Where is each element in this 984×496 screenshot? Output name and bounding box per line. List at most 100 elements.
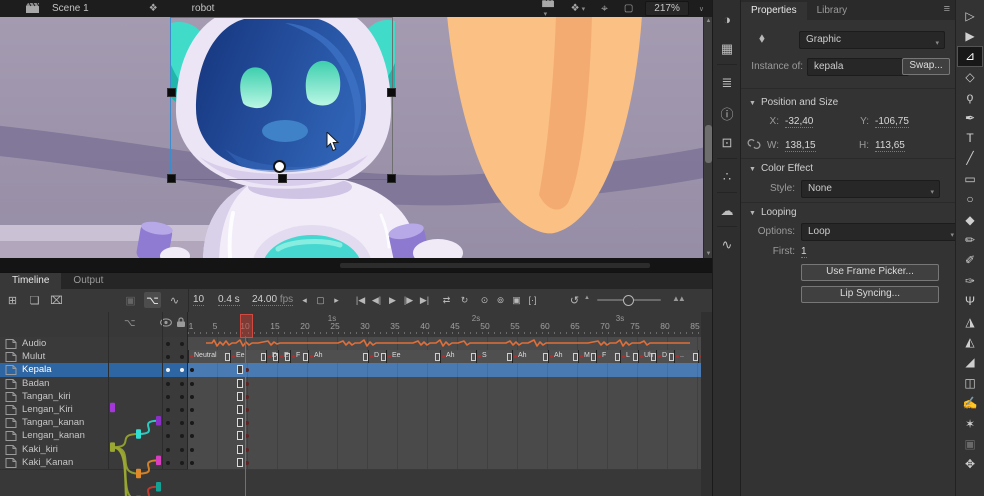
- mouth-keyframe-segment[interactable]: M: [578, 350, 597, 363]
- stage-hscroll-thumb[interactable]: [340, 263, 650, 268]
- brush-library-icon[interactable]: ∴: [716, 166, 738, 188]
- center-frame-icon[interactable]: ▢: [312, 292, 329, 308]
- layer-visibility-dot[interactable]: [166, 421, 170, 425]
- onion-skin-icon[interactable]: ⊙: [476, 292, 493, 308]
- frames-row-kepala[interactable]: [188, 363, 701, 377]
- transform-handle-bottom-right[interactable]: [387, 174, 396, 183]
- current-frame-value[interactable]: 10: [193, 294, 204, 306]
- ink-bottle-tool[interactable]: ◭: [958, 332, 982, 351]
- oval-tool[interactable]: ○: [958, 190, 982, 209]
- mouth-keyframe-segment[interactable]: Ah: [512, 350, 549, 363]
- parenting-view-icon[interactable]: ⌥: [144, 292, 161, 308]
- step-forward-icon[interactable]: ▸: [328, 292, 345, 308]
- layer-visibility-dot[interactable]: [166, 434, 170, 438]
- loop-range-icon[interactable]: ⇄: [438, 292, 455, 308]
- layer-lock-dot[interactable]: [180, 395, 184, 399]
- classic-brush-tool[interactable]: ✐: [958, 251, 982, 270]
- layer-visibility-dot[interactable]: [166, 342, 170, 346]
- stage-vertical-scrollbar[interactable]: ▲ ▼: [703, 17, 712, 258]
- h-value[interactable]: 113,65: [875, 140, 905, 152]
- graph-view-icon[interactable]: ∿: [166, 292, 183, 308]
- mouth-keyframe-segment[interactable]: Ee: [230, 350, 267, 363]
- layer-lock-dot[interactable]: [180, 342, 184, 346]
- frames-row-tangan_kiri[interactable]: [188, 390, 701, 404]
- layer-name[interactable]: Tangan_kanan: [22, 417, 84, 428]
- playhead-line[interactable]: [245, 336, 246, 496]
- timeline-zoom-in-icon[interactable]: ▲▲: [672, 294, 684, 303]
- layer-row-tangan_kanan[interactable]: Tangan_kanan: [0, 416, 188, 430]
- frames-row-kaki_kiri[interactable]: [188, 443, 701, 457]
- x-value[interactable]: -32,40: [785, 116, 813, 128]
- motion-editor-icon[interactable]: ∿: [716, 234, 738, 256]
- layer-lock-dot[interactable]: [180, 408, 184, 412]
- asset-warp-tool[interactable]: ✍: [958, 394, 982, 413]
- color-style-select[interactable]: None▾: [801, 180, 940, 198]
- color-palette-icon[interactable]: ◑: [716, 8, 738, 30]
- text-tool[interactable]: T: [958, 128, 982, 147]
- layer-lock-dot[interactable]: [180, 368, 184, 372]
- layer-name[interactable]: Badan: [22, 378, 49, 389]
- mouth-keyframe-segment[interactable]: L: [620, 350, 639, 363]
- center-stage-icon[interactable]: ⌖: [601, 1, 608, 16]
- align-icon[interactable]: ≣: [716, 72, 738, 94]
- frame-back-icon[interactable]: ◀|: [368, 292, 385, 308]
- layer-row-audio[interactable]: Audio: [0, 337, 188, 351]
- layer-name[interactable]: Lengan_Kiri: [22, 404, 73, 415]
- scroll-up-icon[interactable]: ▲: [705, 18, 712, 24]
- stage-bottom-scroll-area[interactable]: [0, 258, 712, 272]
- frames-row-audio[interactable]: [188, 337, 701, 351]
- step-back-icon[interactable]: ◂: [296, 292, 313, 308]
- zoom-level-chevron-icon[interactable]: ∨: [699, 5, 704, 13]
- info-icon[interactable]: ⓘ: [716, 102, 738, 124]
- subselection-tool[interactable]: ▶: [958, 26, 982, 45]
- scroll-down-icon[interactable]: ▼: [705, 251, 712, 257]
- mouth-keyframe-segment[interactable]: F: [290, 350, 309, 363]
- transform-handle-bottom-center[interactable]: [278, 174, 287, 183]
- transform-panel-icon[interactable]: ⊡: [716, 132, 738, 154]
- w-value[interactable]: 138,15: [785, 140, 816, 152]
- lip-syncing-button[interactable]: Lip Syncing...: [801, 286, 939, 303]
- position-size-section-header[interactable]: ▼Position and Size: [749, 97, 838, 108]
- transform-handle-bottom-left[interactable]: [167, 174, 176, 183]
- edit-multiple-frames-icon[interactable]: ▣: [508, 292, 525, 308]
- layer-visibility-dot[interactable]: [166, 395, 170, 399]
- layer-row-lengan_kiri[interactable]: Lengan_Kiri: [0, 403, 188, 417]
- symbol-type-select[interactable]: Graphic▾: [799, 31, 945, 49]
- transform-handle-left[interactable]: [167, 88, 176, 97]
- polystar-tool[interactable]: ◆: [958, 210, 982, 229]
- layer-visibility-dot[interactable]: [166, 461, 170, 465]
- frames-row-mulut[interactable]: NeutralEeDEFAhDEeAhSAhAhMFLUhD..S: [188, 350, 701, 364]
- pencil-tool[interactable]: ✏: [958, 230, 982, 249]
- layer-row-kepala[interactable]: Kepala: [0, 363, 188, 377]
- layer-visibility-dot[interactable]: [166, 448, 170, 452]
- layer-parent-marker[interactable]: [136, 469, 141, 479]
- layer-name[interactable]: Kaki_kiri: [22, 444, 58, 455]
- mouth-keyframe-segment[interactable]: F: [596, 350, 621, 363]
- stage-canvas[interactable]: ▲ ▼: [0, 17, 712, 258]
- timeline-ruler[interactable]: ⌥ 1s2s3s15101520253035404550556065707580…: [0, 312, 712, 338]
- selection-bounding-box[interactable]: [170, 17, 393, 180]
- loop-icon[interactable]: ↻: [456, 292, 473, 308]
- looping-section-header[interactable]: ▼Looping: [749, 207, 797, 218]
- timeline-zoom-slider[interactable]: [597, 299, 661, 301]
- play-icon[interactable]: ▶: [384, 292, 401, 308]
- layer-visibility-dot[interactable]: [166, 382, 170, 386]
- cc-libraries-icon[interactable]: ☁: [716, 200, 738, 222]
- eyedropper-tool[interactable]: ◢: [958, 353, 982, 372]
- layer-lock-dot[interactable]: [180, 421, 184, 425]
- gradient-transform-tool[interactable]: ◇: [958, 67, 982, 86]
- layer-lock-dot[interactable]: [180, 355, 184, 359]
- instance-name-field[interactable]: kepala: [807, 58, 909, 76]
- transform-handle-right[interactable]: [387, 88, 396, 97]
- elapsed-time-value[interactable]: 0.4 s: [218, 294, 240, 306]
- camera-tool[interactable]: ▣: [958, 434, 982, 453]
- frames-row-badan[interactable]: [188, 377, 701, 391]
- layer-name[interactable]: Audio: [22, 338, 46, 349]
- panel-menu-icon[interactable]: ≡: [944, 3, 950, 15]
- mouth-keyframe-segment[interactable]: Uh: [638, 350, 657, 363]
- tab-properties[interactable]: Properties: [741, 2, 807, 20]
- tab-timeline[interactable]: Timeline: [0, 273, 61, 289]
- swap-button[interactable]: Swap...: [902, 58, 950, 75]
- layer-lock-dot[interactable]: [180, 461, 184, 465]
- bone-tool[interactable]: Ψ: [958, 292, 982, 311]
